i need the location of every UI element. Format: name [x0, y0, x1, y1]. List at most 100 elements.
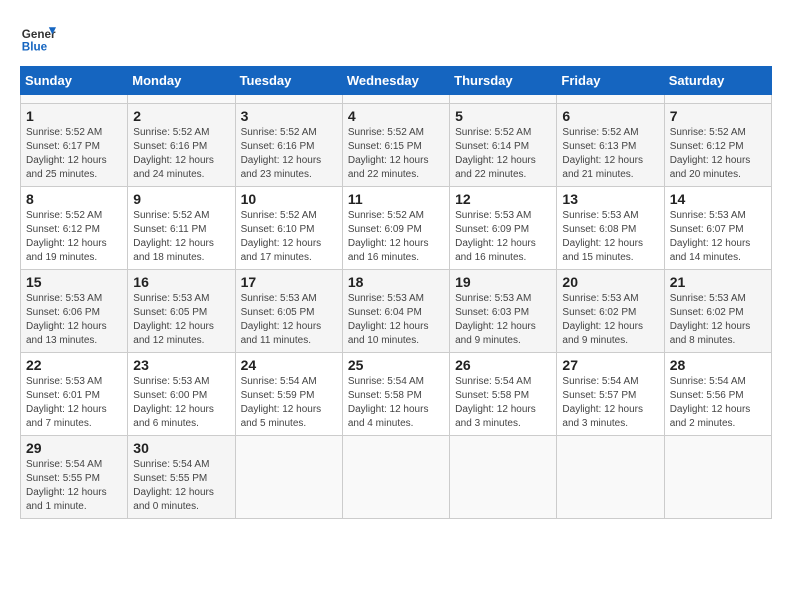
day-info: Sunrise: 5:54 AM Sunset: 5:58 PM Dayligh… — [348, 375, 444, 431]
calendar-cell — [342, 95, 449, 104]
page-header: General Blue — [20, 20, 772, 56]
calendar-week-5: 29 Sunrise: 5:54 AM Sunset: 5:55 PM Dayli… — [21, 436, 772, 519]
weekday-header-sunday: Sunday — [21, 67, 128, 95]
day-info: Sunrise: 5:52 AM Sunset: 6:17 PM Dayligh… — [26, 126, 122, 182]
day-number: 29 — [26, 440, 122, 456]
day-number: 23 — [133, 357, 229, 373]
day-number: 11 — [348, 191, 444, 207]
day-info: Sunrise: 5:53 AM Sunset: 6:07 PM Dayligh… — [670, 209, 766, 265]
day-info: Sunrise: 5:54 AM Sunset: 5:55 PM Dayligh… — [133, 458, 229, 514]
day-info: Sunrise: 5:52 AM Sunset: 6:16 PM Dayligh… — [241, 126, 337, 182]
calendar-cell: 30 Sunrise: 5:54 AM Sunset: 5:55 PM Dayli… — [128, 436, 235, 519]
day-info: Sunrise: 5:54 AM Sunset: 5:56 PM Dayligh… — [670, 375, 766, 431]
day-number: 6 — [562, 108, 658, 124]
weekday-header-wednesday: Wednesday — [342, 67, 449, 95]
svg-text:Blue: Blue — [22, 41, 48, 54]
calendar-cell — [557, 95, 664, 104]
day-info: Sunrise: 5:54 AM Sunset: 5:59 PM Dayligh… — [241, 375, 337, 431]
calendar-cell: 16 Sunrise: 5:53 AM Sunset: 6:05 PM Dayli… — [128, 270, 235, 353]
calendar-cell: 1Sunrise: 5:52 AM Sunset: 6:17 PM Daylig… — [21, 104, 128, 187]
day-info: Sunrise: 5:52 AM Sunset: 6:12 PM Dayligh… — [26, 209, 122, 265]
day-number: 2 — [133, 108, 229, 124]
day-info: Sunrise: 5:53 AM Sunset: 6:05 PM Dayligh… — [241, 292, 337, 348]
calendar-week-1: 1Sunrise: 5:52 AM Sunset: 6:17 PM Daylig… — [21, 104, 772, 187]
calendar-cell: 8 Sunrise: 5:52 AM Sunset: 6:12 PM Daylig… — [21, 187, 128, 270]
day-info: Sunrise: 5:53 AM Sunset: 6:02 PM Dayligh… — [562, 292, 658, 348]
calendar-cell — [21, 95, 128, 104]
weekday-header-monday: Monday — [128, 67, 235, 95]
day-number: 21 — [670, 274, 766, 290]
calendar-cell — [664, 436, 771, 519]
calendar-table: SundayMondayTuesdayWednesdayThursdayFrid… — [20, 66, 772, 519]
day-number: 30 — [133, 440, 229, 456]
day-number: 17 — [241, 274, 337, 290]
weekday-header-friday: Friday — [557, 67, 664, 95]
day-number: 16 — [133, 274, 229, 290]
calendar-cell: 3 Sunrise: 5:52 AM Sunset: 6:16 PM Daylig… — [235, 104, 342, 187]
calendar-cell: 24 Sunrise: 5:54 AM Sunset: 5:59 PM Dayli… — [235, 353, 342, 436]
calendar-cell: 22 Sunrise: 5:53 AM Sunset: 6:01 PM Dayli… — [21, 353, 128, 436]
day-number: 5 — [455, 108, 551, 124]
day-number: 15 — [26, 274, 122, 290]
calendar-header: SundayMondayTuesdayWednesdayThursdayFrid… — [21, 67, 772, 95]
day-info: Sunrise: 5:53 AM Sunset: 6:06 PM Dayligh… — [26, 292, 122, 348]
day-info: Sunrise: 5:52 AM Sunset: 6:15 PM Dayligh… — [348, 126, 444, 182]
day-number: 22 — [26, 357, 122, 373]
day-number: 20 — [562, 274, 658, 290]
calendar-cell: 14 Sunrise: 5:53 AM Sunset: 6:07 PM Dayli… — [664, 187, 771, 270]
calendar-cell: 19Sunrise: 5:53 AM Sunset: 6:03 PM Dayli… — [450, 270, 557, 353]
day-number: 18 — [348, 274, 444, 290]
day-info: Sunrise: 5:53 AM Sunset: 6:04 PM Dayligh… — [348, 292, 444, 348]
weekday-header-thursday: Thursday — [450, 67, 557, 95]
day-number: 10 — [241, 191, 337, 207]
day-number: 24 — [241, 357, 337, 373]
day-number: 28 — [670, 357, 766, 373]
day-info: Sunrise: 5:52 AM Sunset: 6:11 PM Dayligh… — [133, 209, 229, 265]
day-info: Sunrise: 5:52 AM Sunset: 6:10 PM Dayligh… — [241, 209, 337, 265]
day-info: Sunrise: 5:52 AM Sunset: 6:13 PM Dayligh… — [562, 126, 658, 182]
calendar-cell: 9Sunrise: 5:52 AM Sunset: 6:11 PM Daylig… — [128, 187, 235, 270]
calendar-cell: 13Sunrise: 5:53 AM Sunset: 6:08 PM Dayli… — [557, 187, 664, 270]
calendar-cell — [664, 95, 771, 104]
day-number: 19 — [455, 274, 551, 290]
day-info: Sunrise: 5:52 AM Sunset: 6:12 PM Dayligh… — [670, 126, 766, 182]
day-number: 27 — [562, 357, 658, 373]
calendar-week-3: 15 Sunrise: 5:53 AM Sunset: 6:06 PM Dayli… — [21, 270, 772, 353]
day-info: Sunrise: 5:53 AM Sunset: 6:05 PM Dayligh… — [133, 292, 229, 348]
calendar-cell — [557, 436, 664, 519]
day-info: Sunrise: 5:53 AM Sunset: 6:01 PM Dayligh… — [26, 375, 122, 431]
day-number: 14 — [670, 191, 766, 207]
calendar-cell: 26 Sunrise: 5:54 AM Sunset: 5:58 PM Dayli… — [450, 353, 557, 436]
day-info: Sunrise: 5:54 AM Sunset: 5:57 PM Dayligh… — [562, 375, 658, 431]
calendar-cell — [235, 95, 342, 104]
weekday-header-saturday: Saturday — [664, 67, 771, 95]
day-number: 13 — [562, 191, 658, 207]
calendar-cell: 25 Sunrise: 5:54 AM Sunset: 5:58 PM Dayli… — [342, 353, 449, 436]
day-info: Sunrise: 5:52 AM Sunset: 6:09 PM Dayligh… — [348, 209, 444, 265]
day-number: 4 — [348, 108, 444, 124]
day-info: Sunrise: 5:52 AM Sunset: 6:14 PM Dayligh… — [455, 126, 551, 182]
weekday-header-tuesday: Tuesday — [235, 67, 342, 95]
calendar-week-2: 8 Sunrise: 5:52 AM Sunset: 6:12 PM Daylig… — [21, 187, 772, 270]
day-info: Sunrise: 5:54 AM Sunset: 5:55 PM Dayligh… — [26, 458, 122, 514]
day-number: 3 — [241, 108, 337, 124]
calendar-cell: 17 Sunrise: 5:53 AM Sunset: 6:05 PM Dayli… — [235, 270, 342, 353]
calendar-cell: 23Sunrise: 5:53 AM Sunset: 6:00 PM Dayli… — [128, 353, 235, 436]
calendar-cell: 15 Sunrise: 5:53 AM Sunset: 6:06 PM Dayli… — [21, 270, 128, 353]
calendar-cell: 29 Sunrise: 5:54 AM Sunset: 5:55 PM Dayli… — [21, 436, 128, 519]
logo-icon: General Blue — [20, 20, 56, 56]
calendar-cell — [342, 436, 449, 519]
calendar-cell: 2 Sunrise: 5:52 AM Sunset: 6:16 PM Daylig… — [128, 104, 235, 187]
day-number: 25 — [348, 357, 444, 373]
logo: General Blue — [20, 20, 56, 56]
day-info: Sunrise: 5:54 AM Sunset: 5:58 PM Dayligh… — [455, 375, 551, 431]
calendar-cell: 5 Sunrise: 5:52 AM Sunset: 6:14 PM Daylig… — [450, 104, 557, 187]
day-info: Sunrise: 5:52 AM Sunset: 6:16 PM Dayligh… — [133, 126, 229, 182]
calendar-cell — [128, 95, 235, 104]
calendar-cell: 18 Sunrise: 5:53 AM Sunset: 6:04 PM Dayli… — [342, 270, 449, 353]
day-number: 26 — [455, 357, 551, 373]
day-number: 8 — [26, 191, 122, 207]
calendar-week-0 — [21, 95, 772, 104]
day-info: Sunrise: 5:53 AM Sunset: 6:02 PM Dayligh… — [670, 292, 766, 348]
day-number: 7 — [670, 108, 766, 124]
